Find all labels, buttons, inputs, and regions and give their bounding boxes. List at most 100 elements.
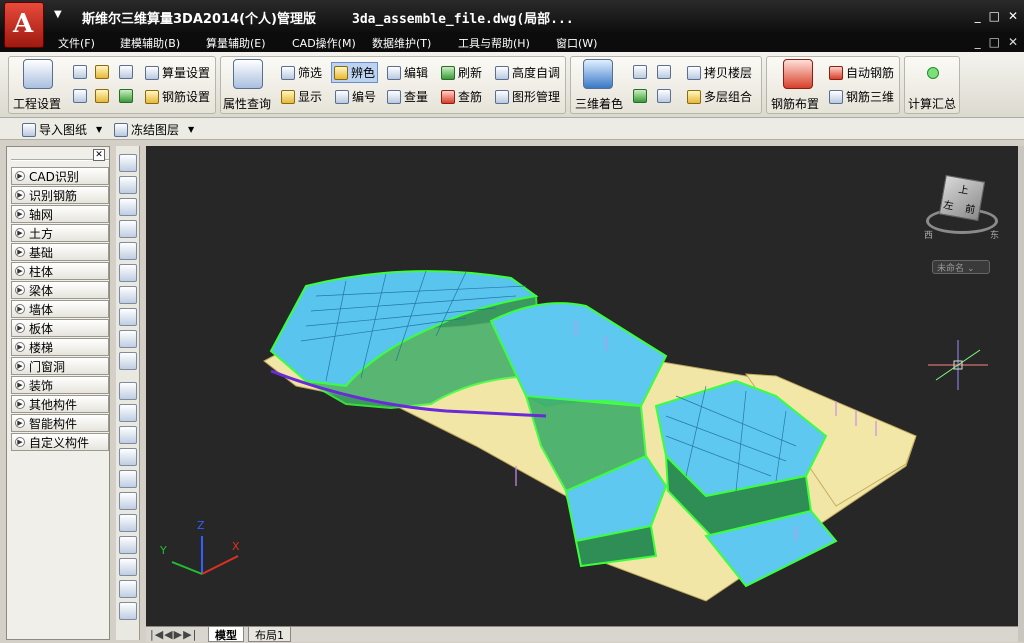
- quantity-settings-button[interactable]: 算量设置: [143, 63, 212, 82]
- doc-restore-button[interactable]: □: [989, 35, 1000, 49]
- vertical-tool-icon[interactable]: [119, 558, 137, 576]
- component-item[interactable]: ▶ 自定义构件: [11, 433, 109, 451]
- vertical-tool-icon[interactable]: [119, 492, 137, 510]
- panel-close-button[interactable]: ✕: [93, 149, 105, 161]
- open-folder-icon[interactable]: [95, 65, 109, 79]
- component-item[interactable]: ▶ 装饰: [11, 376, 109, 394]
- component-item[interactable]: ▶ 墙体: [11, 300, 109, 318]
- height-auto-button[interactable]: 高度自调: [493, 63, 562, 82]
- tab-layout1[interactable]: 布局1: [248, 627, 291, 642]
- vertical-tool-icon[interactable]: [119, 264, 137, 282]
- property-query-icon[interactable]: [233, 59, 263, 89]
- vertical-tool-icon[interactable]: [119, 352, 137, 370]
- tab-nav-prev[interactable]: ◀: [164, 628, 173, 641]
- vertical-tool-icon[interactable]: [119, 580, 137, 598]
- orbit-icon[interactable]: [633, 89, 647, 103]
- color-3d-icon[interactable]: [583, 59, 613, 89]
- project-settings-icon[interactable]: [23, 59, 53, 89]
- right-scrollbar[interactable]: [1018, 146, 1024, 642]
- tab-nav-last[interactable]: ▶|: [183, 628, 197, 641]
- color-3d-button[interactable]: 三维着色: [575, 95, 623, 112]
- redo-icon[interactable]: [119, 89, 133, 103]
- component-item[interactable]: ▶ 识别钢筋: [11, 186, 109, 204]
- graphic-manage-button[interactable]: 图形管理: [493, 87, 562, 106]
- vertical-tool-icon[interactable]: [119, 470, 137, 488]
- vertical-tool-icon[interactable]: [119, 426, 137, 444]
- auto-rebar-button[interactable]: 自动钢筋: [827, 63, 896, 82]
- tab-nav-next[interactable]: ▶: [174, 628, 183, 641]
- component-item[interactable]: ▶ 其他构件: [11, 395, 109, 413]
- vertical-tool-icon[interactable]: [119, 404, 137, 422]
- doc-close-button[interactable]: ✕: [1008, 35, 1018, 49]
- menu-tools-help[interactable]: 工具与帮助(H): [458, 35, 530, 51]
- menu-data-maintenance[interactable]: 数据维护(T): [372, 35, 431, 51]
- project-settings-button[interactable]: 工程设置: [13, 95, 61, 112]
- undo-icon[interactable]: [95, 89, 109, 103]
- rebar-settings-button[interactable]: 钢筋设置: [143, 87, 212, 106]
- filter-button[interactable]: 筛选: [279, 63, 324, 82]
- tab-nav-buttons[interactable]: |◀◀▶▶|: [150, 628, 197, 641]
- vertical-tool-icon[interactable]: [119, 242, 137, 260]
- component-item[interactable]: ▶ 门窗洞: [11, 357, 109, 375]
- rebar-layout-button[interactable]: 钢筋布置: [771, 95, 819, 112]
- vertical-tool-icon[interactable]: [119, 198, 137, 216]
- vertical-tool-icon[interactable]: [119, 154, 137, 172]
- menu-window[interactable]: 窗口(W): [556, 35, 597, 51]
- vertical-tool-icon[interactable]: [119, 448, 137, 466]
- numbering-button[interactable]: 编号: [333, 87, 378, 106]
- component-item[interactable]: ▶ 梁体: [11, 281, 109, 299]
- component-item[interactable]: ▶ CAD识别: [11, 167, 109, 185]
- app-logo-button[interactable]: A: [4, 2, 44, 48]
- check-rebar-button[interactable]: 查筋: [439, 87, 484, 106]
- viewcube[interactable]: 上 左 前 西 东: [918, 174, 1006, 244]
- display-button[interactable]: 显示: [279, 87, 324, 106]
- menu-file[interactable]: 文件(F): [58, 35, 95, 51]
- identify-color-button[interactable]: 辨色: [331, 62, 379, 83]
- vertical-tool-icon[interactable]: [119, 536, 137, 554]
- calc-summary-icon[interactable]: [927, 67, 939, 79]
- refresh-button[interactable]: 刷新: [439, 63, 484, 82]
- calc-summary-button[interactable]: 计算汇总: [908, 95, 956, 112]
- menu-modeling-aid[interactable]: 建模辅助(B): [120, 35, 180, 51]
- component-item[interactable]: ▶ 智能构件: [11, 414, 109, 432]
- import-drawing-button[interactable]: 导入图纸 ▼: [20, 120, 104, 139]
- component-item[interactable]: ▶ 轴网: [11, 205, 109, 223]
- menu-quantity-aid[interactable]: 算量辅助(E): [206, 35, 266, 51]
- vertical-tool-icon[interactable]: [119, 220, 137, 238]
- named-view-dropdown[interactable]: 未命名 ⌄: [932, 260, 990, 274]
- text-icon[interactable]: [73, 89, 87, 103]
- restore-button[interactable]: □: [989, 9, 1000, 23]
- vertical-tool-icon[interactable]: [119, 382, 137, 400]
- view-select-icon[interactable]: [657, 89, 671, 103]
- rebar-layout-icon[interactable]: [783, 59, 813, 89]
- vertical-tool-icon[interactable]: [119, 602, 137, 620]
- vertical-tool-icon[interactable]: [119, 330, 137, 348]
- tab-model[interactable]: 模型: [208, 627, 244, 642]
- vertical-tool-icon[interactable]: [119, 308, 137, 326]
- rebar-3d-button[interactable]: 钢筋三维: [827, 87, 896, 106]
- vertical-tool-icon[interactable]: [119, 514, 137, 532]
- model-viewport[interactable]: 上 左 前 西 东 未命名 ⌄ Z X Y: [146, 146, 1018, 626]
- component-item[interactable]: ▶ 柱体: [11, 262, 109, 280]
- component-item[interactable]: ▶ 土方: [11, 224, 109, 242]
- tab-nav-first[interactable]: |◀: [150, 628, 164, 641]
- box-view-icon[interactable]: [657, 65, 671, 79]
- edit-button[interactable]: 编辑: [385, 63, 430, 82]
- check-quantity-button[interactable]: 查量: [385, 87, 430, 106]
- property-query-button[interactable]: 属性查询: [223, 95, 271, 112]
- new-file-icon[interactable]: [73, 65, 87, 79]
- multi-floor-button[interactable]: 多层组合: [685, 87, 754, 106]
- freeze-layer-button[interactable]: 冻结图层 ▼: [112, 120, 196, 139]
- quick-access-dropdown-icon[interactable]: ▼: [54, 9, 62, 20]
- view-cube-icon[interactable]: [633, 65, 647, 79]
- menu-cad-ops[interactable]: CAD操作(M): [292, 35, 356, 51]
- viewcube-box[interactable]: 上 左 前: [938, 174, 986, 222]
- minimize-button[interactable]: _: [975, 9, 981, 23]
- vertical-tool-icon[interactable]: [119, 176, 137, 194]
- close-button[interactable]: ✕: [1008, 9, 1018, 23]
- component-item[interactable]: ▶ 楼梯: [11, 338, 109, 356]
- doc-minimize-button[interactable]: _: [975, 35, 981, 49]
- component-item[interactable]: ▶ 基础: [11, 243, 109, 261]
- save-icon[interactable]: [119, 65, 133, 79]
- vertical-tool-icon[interactable]: [119, 286, 137, 304]
